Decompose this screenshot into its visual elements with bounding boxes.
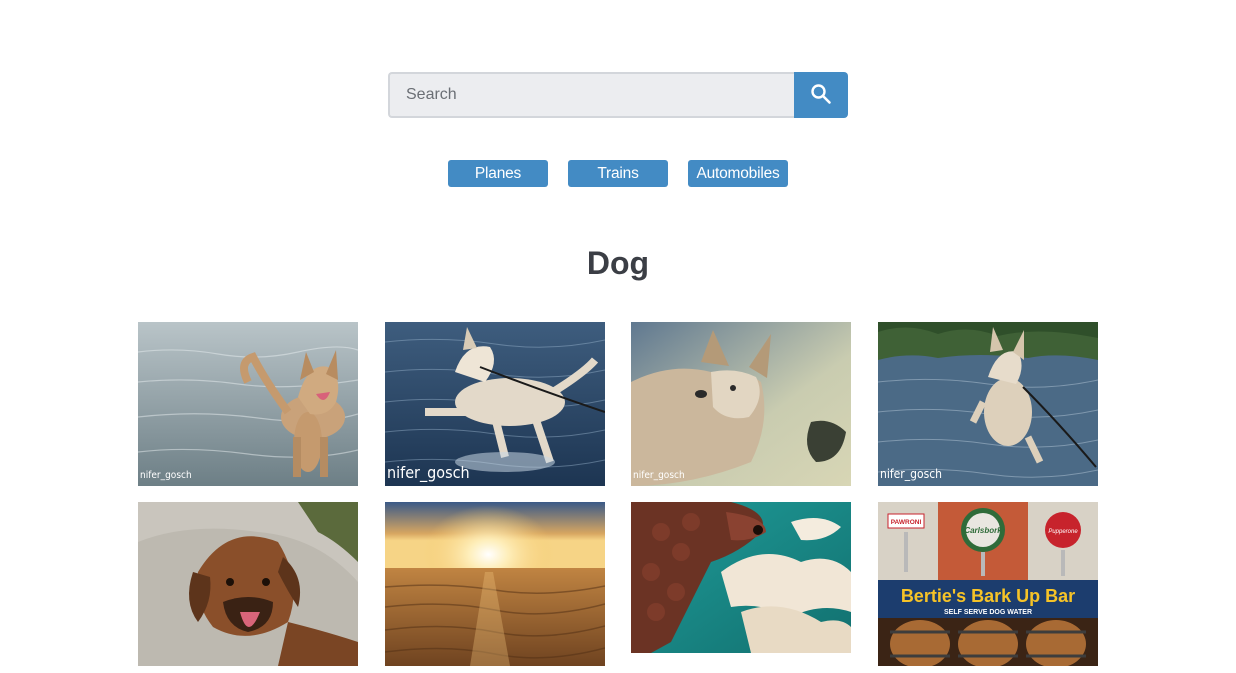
gallery-image-8[interactable]: Carlsbork Pupperone PAWRONI Bertie's Bar… (878, 502, 1098, 666)
watermark-text: nifer_gosch (140, 470, 192, 481)
search-input[interactable] (388, 72, 794, 118)
search-form (388, 72, 848, 118)
category-nav: Planes Trains Automobiles (448, 160, 788, 187)
tap-label: PAWRONI (891, 519, 922, 526)
automobiles-button[interactable]: Automobiles (688, 160, 788, 187)
gallery-image-5[interactable] (138, 502, 358, 666)
page: Planes Trains Automobiles Dog (0, 0, 1236, 673)
gallery-image-7[interactable] (631, 502, 851, 653)
bar-sign-text: Bertie's Bark Up Bar (901, 586, 1075, 606)
watermark-text: nifer_gosch (633, 470, 685, 481)
bar-sign-subtext: SELF SERVE DOG WATER (944, 609, 1032, 616)
search-button[interactable] (794, 72, 848, 118)
planes-button[interactable]: Planes (448, 160, 548, 187)
search-icon (810, 83, 832, 108)
gallery-image-6[interactable] (385, 502, 605, 666)
tap-label: Carlsbork (964, 526, 1002, 535)
gallery-image-2[interactable]: nifer_gosch (385, 322, 605, 486)
gallery-image-3[interactable]: nifer_gosch (631, 322, 851, 486)
page-title: Dog (586, 245, 650, 281)
watermark-text: nifer_gosch (387, 463, 470, 483)
watermark-text: nifer_gosch (880, 467, 942, 481)
trains-button[interactable]: Trains (568, 160, 668, 187)
tap-label: Pupperone (1048, 529, 1078, 535)
gallery-image-1[interactable]: nifer_gosch (138, 322, 358, 486)
gallery-image-4[interactable]: nifer_gosch (878, 322, 1098, 486)
